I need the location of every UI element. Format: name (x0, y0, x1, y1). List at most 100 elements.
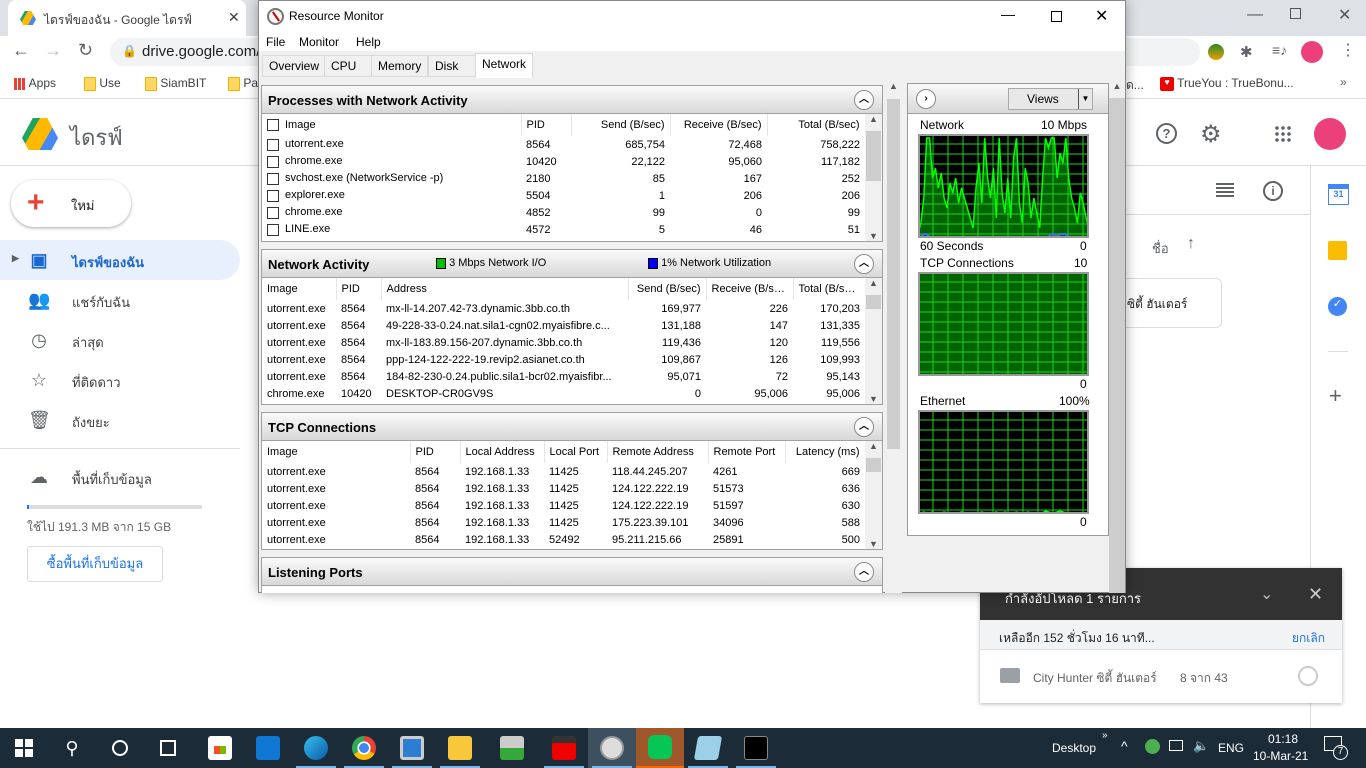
table-row[interactable]: utorrent.exe 8564 192.168.1.33 11425 118.44.… (262, 463, 865, 480)
minimize-button[interactable]: — (1001, 6, 1015, 22)
browser-tab[interactable]: ไดรฟ์ของฉัน - Google ไดรฟ์ ✕ (8, 0, 246, 36)
table-row[interactable]: utorrent.exe 8564 192.168.1.33 11425 175.223… (262, 514, 865, 531)
tab-disk[interactable]: Disk (428, 55, 476, 77)
language-indicator[interactable]: ENG (1218, 741, 1244, 755)
bookmark-apps[interactable]: Apps (14, 76, 56, 90)
search-button[interactable]: ⚲ (48, 728, 96, 768)
col-image[interactable]: Image (262, 441, 411, 463)
collapse-icon[interactable]: ︿ (854, 562, 874, 582)
sort-arrow-up-icon[interactable]: ↑ (1187, 235, 1195, 253)
close-tab-icon[interactable]: ✕ (228, 9, 240, 26)
network-tray-icon[interactable] (1169, 740, 1183, 751)
account-avatar[interactable] (1314, 118, 1346, 150)
col-image[interactable]: Image (262, 114, 522, 136)
section-header[interactable]: TCP Connections ︿ (262, 413, 882, 441)
task-view-button[interactable] (144, 728, 192, 768)
extension-idm-icon[interactable] (1208, 44, 1224, 60)
table-row[interactable]: utorrent.exe 8564 mx-ll-183.89.156-207.dyn… (262, 334, 865, 351)
maximize-button[interactable] (1051, 11, 1062, 22)
table-row[interactable]: utorrent.exe 8564 49-228-33-0.24.nat.sila1… (262, 317, 865, 334)
expand-pane-icon[interactable]: › (916, 89, 936, 109)
edge-app[interactable] (292, 728, 340, 768)
row-checkbox[interactable] (267, 223, 279, 236)
section-header[interactable]: Processes with Network Activity ︿ (262, 86, 882, 114)
col-remote-port[interactable]: Remote Port (708, 441, 786, 463)
table-row[interactable]: chrome.exe 4852 99 0 99 (262, 204, 865, 221)
clock-date[interactable]: 10-Mar-21 (1253, 749, 1308, 763)
tab-overview[interactable]: Overview (262, 55, 327, 77)
left-pane-scrollbar[interactable]: ▲ (885, 81, 902, 593)
col-image[interactable]: Image (262, 278, 337, 300)
menu-icon[interactable]: ⋮ (1340, 40, 1356, 60)
more-bookmarks-icon[interactable]: » (1340, 75, 1347, 89)
col-total[interactable]: Total (B/sec) (793, 278, 866, 300)
media-icon[interactable]: ≡♪ (1272, 42, 1287, 58)
vertical-scrollbar[interactable]: ▲ ▼ (865, 441, 882, 549)
sidebar-item-trash[interactable]: 🗑 ถังขยะ (0, 400, 240, 440)
col-receive[interactable]: Receive (B/sec) (670, 114, 768, 136)
file-explorer-app[interactable] (436, 728, 484, 768)
line-app[interactable] (636, 728, 684, 768)
store-app[interactable] (196, 728, 244, 768)
collapse-icon[interactable]: ︿ (854, 254, 874, 274)
vertical-scrollbar[interactable]: ▲ ▼ (865, 114, 882, 241)
show-hidden-icons[interactable]: ^ (1121, 738, 1128, 754)
row-checkbox[interactable] (267, 189, 279, 202)
menu-monitor[interactable]: Monitor (299, 35, 339, 49)
cortana-button[interactable] (96, 728, 144, 768)
tab-memory[interactable]: Memory (371, 55, 429, 77)
expand-arrow-icon[interactable]: ▶ (12, 253, 19, 264)
tab-cpu[interactable]: CPU (324, 55, 372, 77)
table-row[interactable]: utorrent.exe 8564 192.168.1.33 11425 124.122… (262, 497, 865, 514)
table-row[interactable]: utorrent.exe 8564 ppp-124-122-222-19.revip… (262, 351, 865, 368)
table-row[interactable]: utorrent.exe 8564 685,754 72,468 758,222 (262, 136, 865, 153)
new-button[interactable]: + ใหม่ (11, 180, 131, 227)
minimize-icon[interactable]: — (1247, 6, 1263, 24)
bookmark-trueyou[interactable]: ♥ TrueYou : TrueBonu... (1160, 76, 1294, 91)
right-pane-scrollbar[interactable]: ▲ (1109, 81, 1125, 593)
section-header[interactable]: Listening Ports ︿ (262, 558, 882, 586)
info-icon[interactable]: i (1263, 181, 1283, 201)
close-panel-icon[interactable]: ✕ (1308, 584, 1323, 605)
row-checkbox[interactable] (267, 138, 279, 151)
col-total[interactable]: Total (B/sec) (767, 114, 866, 136)
table-row[interactable]: utorrent.exe 8564 192.168.1.33 52492 95.211.… (262, 531, 865, 548)
clock-time[interactable]: 01:18 (1268, 732, 1298, 746)
menu-file[interactable]: File (266, 35, 285, 49)
profile-avatar[interactable] (1301, 41, 1323, 63)
add-addon-icon[interactable]: + (1329, 383, 1342, 409)
video-editor-app[interactable] (540, 728, 588, 768)
row-checkbox[interactable] (267, 172, 279, 185)
mail-app[interactable] (244, 728, 292, 768)
section-header[interactable]: Network Activity 3 Mbps Network I/O 1% N… (262, 250, 882, 278)
col-address[interactable]: Address (381, 278, 629, 300)
reload-icon[interactable]: ↻ (78, 40, 93, 61)
table-row[interactable]: svchost.exe (NetworkService -p) 2180 85 167… (262, 170, 865, 187)
list-view-icon[interactable] (1216, 183, 1234, 197)
bookmark-pa[interactable]: Pa (228, 76, 258, 91)
row-checkbox[interactable] (267, 206, 279, 219)
col-local-address[interactable]: Local Address (460, 441, 545, 463)
col-send[interactable]: Send (B/sec) (628, 278, 707, 300)
views-dropdown-icon[interactable]: ▼ (1078, 89, 1092, 109)
minimize-chevron-icon[interactable]: ⌄ (1260, 584, 1273, 604)
col-pid[interactable]: PID (410, 441, 461, 463)
sort-by-name[interactable]: ชื่อ (1152, 238, 1169, 259)
table-row[interactable]: utorrent.exe 8564 192.168.1.33 11425 124.122… (262, 480, 865, 497)
close-window-icon[interactable]: ✕ (1338, 5, 1351, 25)
bookmark-truncated[interactable]: ด... (1126, 76, 1144, 95)
collapse-icon[interactable]: ︿ (854, 417, 874, 437)
sidebar-item-starred[interactable]: ☆ ที่ติดดาว (0, 360, 240, 400)
google-apps-icon[interactable] (1274, 125, 1292, 143)
utorrent-tray-icon[interactable] (1145, 739, 1160, 754)
toolbar-overflow-icon[interactable]: » (1102, 730, 1108, 741)
settings-gear-icon[interactable]: ⚙ (1200, 120, 1222, 149)
calendar-icon[interactable]: 31 (1328, 184, 1349, 205)
keep-icon[interactable] (1328, 241, 1347, 260)
folder-card[interactable]: ซิตี้ ฮันเตอร์ (1110, 278, 1222, 328)
media-player-app[interactable] (388, 728, 436, 768)
menu-help[interactable]: Help (356, 35, 381, 49)
back-icon[interactable]: ← (12, 40, 30, 61)
table-row[interactable]: LINE.exe 4572 5 46 51 (262, 221, 865, 238)
cancel-upload-link[interactable]: ยกเลิก (1292, 629, 1325, 648)
